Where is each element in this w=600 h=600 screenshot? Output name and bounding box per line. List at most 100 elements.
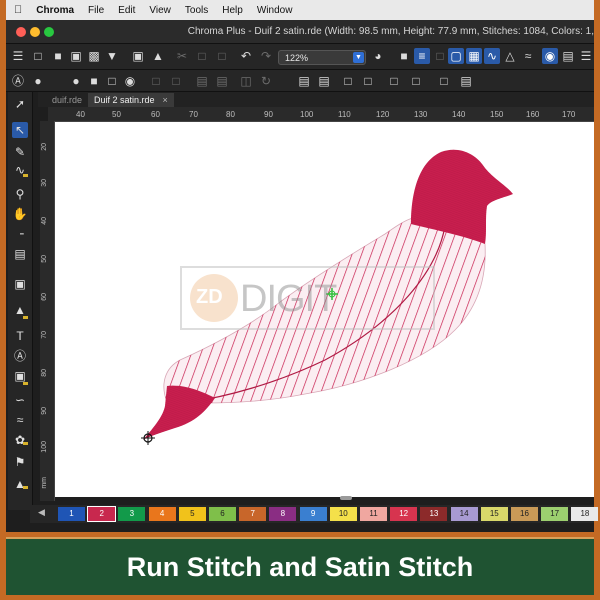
app-menu-icon[interactable]: ☰ — [10, 48, 26, 64]
break-apart-icon[interactable]: □ — [436, 73, 452, 89]
distribute-icon[interactable]: ▤ — [214, 73, 230, 89]
ruler-tick-label: 140 — [452, 110, 466, 119]
tab-duif[interactable]: duif.rde — [46, 93, 88, 107]
font-icon[interactable]: Ⓐ — [10, 73, 26, 89]
zoom-fit-icon[interactable]: ◕ — [370, 48, 386, 64]
show-connectors-icon[interactable]: ≈ — [520, 48, 536, 64]
undo-icon[interactable]: ↶ — [238, 48, 254, 64]
chevron-down-icon[interactable]: ▼ — [353, 52, 364, 63]
monogram-icon[interactable]: Ⓐ — [12, 348, 28, 364]
menu-view[interactable]: View — [149, 5, 171, 16]
color-swatch-1[interactable]: 1 — [58, 507, 85, 521]
color-swatch-4[interactable]: 4 — [148, 507, 176, 521]
close-tab-icon[interactable]: × — [163, 95, 168, 105]
save-icon[interactable]: ▣ — [68, 48, 84, 64]
resize-icon[interactable]: □ — [340, 73, 356, 89]
applique-icon[interactable]: ✿ — [12, 432, 28, 448]
menu-window[interactable]: Window — [257, 5, 293, 16]
import-image-icon[interactable]: ▲ — [150, 48, 166, 64]
weld-icon[interactable]: □ — [408, 73, 424, 89]
zoom-select[interactable]: 122% ▼ — [278, 50, 366, 65]
combine-icon[interactable]: □ — [386, 73, 402, 89]
design-canvas[interactable]: ZD DIGIT — [55, 122, 594, 497]
menu-tools[interactable]: Tools — [185, 5, 208, 16]
redo-icon[interactable]: ↷ — [258, 48, 274, 64]
menu-edit[interactable]: Edit — [118, 5, 135, 16]
rotate-icon[interactable]: ↻ — [258, 73, 274, 89]
outline-icon[interactable]: □ — [104, 73, 120, 89]
align-icon[interactable]: ▤ — [194, 73, 210, 89]
cut-icon[interactable]: ✂ — [174, 48, 190, 64]
sequence-icon[interactable]: ▤ — [458, 73, 474, 89]
color-swatch-11[interactable]: 11 — [360, 507, 387, 521]
color-swatch-18[interactable]: 18 — [571, 507, 599, 521]
color-swatch-12[interactable]: 12 — [390, 507, 418, 521]
color-swatch-17[interactable]: 17 — [541, 507, 569, 521]
show-nodes-icon[interactable]: △ — [502, 48, 518, 64]
menu-help[interactable]: Help — [222, 5, 243, 16]
pan-hand-icon[interactable]: ✋ — [12, 206, 28, 222]
ungroup-icon[interactable]: □ — [168, 73, 184, 89]
color-swatch-6[interactable]: 6 — [209, 507, 236, 521]
fill-color-icon[interactable]: ● — [68, 73, 84, 89]
color-swatch-8[interactable]: 8 — [269, 507, 297, 521]
vertical-ruler: 20 30 40 50 60 70 80 90 100 mm — [40, 121, 55, 501]
border-icon[interactable]: ◉ — [122, 73, 138, 89]
print-icon[interactable]: ▩ — [86, 48, 102, 64]
paste-icon[interactable]: □ — [214, 48, 230, 64]
stitch-type-icon[interactable]: ■ — [86, 73, 102, 89]
mirror-icon[interactable]: ◫ — [238, 73, 254, 89]
zoom-window-button[interactable] — [44, 27, 54, 37]
arrange-icon[interactable]: ▤ — [296, 73, 312, 89]
hat-icon[interactable]: ▲ — [12, 476, 28, 492]
color-swatch-5[interactable]: 5 — [178, 507, 206, 521]
slow-redraw-icon[interactable]: □ — [432, 48, 448, 64]
color-swatch-13[interactable]: 13 — [420, 507, 448, 521]
minimize-window-button[interactable] — [30, 27, 40, 37]
color-swatch-10[interactable]: 10 — [329, 507, 357, 521]
color-swatch-3[interactable]: 3 — [118, 507, 146, 521]
3d-view-icon[interactable]: ▢ — [448, 48, 464, 64]
color-swatch-16[interactable]: 16 — [511, 507, 538, 521]
flag-icon[interactable]: ⚑ — [12, 454, 28, 470]
show-grid-icon[interactable]: ▦ — [466, 48, 482, 64]
color-swatch-9[interactable]: 9 — [299, 507, 327, 521]
order-icon[interactable]: ▤ — [316, 73, 332, 89]
color-swatch-2[interactable]: 2 — [87, 506, 117, 522]
image-tool-icon[interactable]: ▤ — [12, 246, 28, 262]
palette-scroll-left-icon[interactable]: ◀ — [38, 507, 45, 518]
node-edit-icon[interactable]: ↖ — [12, 122, 28, 138]
apple-icon[interactable]:  — [14, 4, 22, 16]
text-tool-icon[interactable]: T — [12, 328, 28, 344]
show-stitches-icon[interactable]: ∿ — [484, 48, 500, 64]
color-swatch-7[interactable]: 7 — [239, 507, 267, 521]
tab-duif-2-satin[interactable]: Duif 2 satin.rde × — [88, 93, 174, 107]
group-icon[interactable]: □ — [148, 73, 164, 89]
info-icon[interactable]: ▤ — [560, 48, 576, 64]
shape-tool-icon[interactable]: ▣ — [12, 276, 28, 292]
new-file-icon[interactable]: □ — [30, 48, 46, 64]
open-folder-icon[interactable]: ■ — [50, 48, 66, 64]
menu-app-name[interactable]: Chroma — [36, 5, 74, 16]
color-swatch-15[interactable]: 15 — [480, 507, 508, 521]
zoom-tool-icon[interactable]: ⚲ — [12, 186, 28, 202]
transform-icon[interactable]: □ — [360, 73, 376, 89]
copy-icon[interactable]: □ — [194, 48, 210, 64]
color-swatch-14[interactable]: 14 — [450, 507, 478, 521]
preview-icon[interactable]: ◉ — [542, 48, 558, 64]
settings-icon[interactable]: ☰ — [578, 48, 594, 64]
text-style-icon[interactable]: ● — [30, 73, 46, 89]
import-design-icon[interactable]: ▣ — [130, 48, 146, 64]
horizontal-scrollbar[interactable] — [340, 496, 352, 500]
stitch-player-icon[interactable]: ≡ — [414, 48, 430, 64]
select-arrow-icon[interactable]: ➚ — [12, 96, 28, 112]
lock-icon[interactable]: ■ — [396, 48, 412, 64]
run-stitch-icon[interactable]: ∽ — [12, 392, 28, 408]
stitch-edit-icon[interactable]: ✎ — [12, 144, 28, 160]
close-window-button[interactable] — [16, 27, 26, 37]
menu-file[interactable]: File — [88, 5, 104, 16]
export-icon[interactable]: ▼ — [104, 48, 120, 64]
measure-icon[interactable]: ╶ — [12, 226, 28, 242]
motif-icon[interactable]: ≈ — [12, 412, 28, 428]
ruler-tick-label: 20 — [41, 143, 48, 151]
